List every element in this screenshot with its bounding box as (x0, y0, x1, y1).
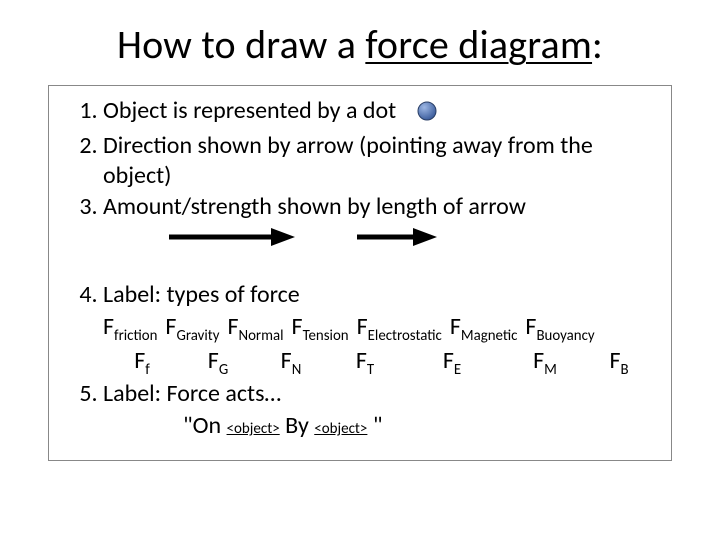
force-label: FTension (292, 312, 349, 344)
object-placeholder: <object> (227, 420, 280, 438)
page-title: How to draw a force diagram: (48, 20, 672, 69)
dot-icon (416, 100, 438, 129)
force-label: FNormal (227, 312, 283, 344)
list-item: Direction shown by arrow (pointing away … (103, 131, 657, 190)
force-names-row: Ffriction FGravity FNormal FTension FEle… (103, 312, 657, 344)
title-post: : (592, 20, 603, 69)
title-underline: force diagram (365, 20, 592, 69)
list-item: Label: Force acts… "On <object> By <obje… (103, 379, 657, 440)
list-item: Object is represented by a dot (103, 96, 657, 129)
force-symbol: FN (255, 346, 327, 378)
content-box: Object is represented by a dot Dir (48, 85, 672, 461)
arrow-illustration (167, 225, 657, 256)
item-5-text: Label: Force acts… (103, 379, 281, 408)
force-label: FGravity (165, 312, 219, 344)
force-symbol: FT (327, 346, 403, 378)
title-pre: How to draw a (117, 20, 365, 69)
item-3-text: Amount/strength shown by length of arrow (103, 192, 526, 221)
quote-close: " (367, 411, 382, 440)
force-symbols-row: Ff FG FN FT FE FM FB (103, 346, 657, 378)
item-4-text: Label: types of force (103, 280, 300, 309)
force-symbol: FG (181, 346, 255, 378)
quote-mid: By (280, 411, 315, 440)
item-1-text: Object is represented by a dot (103, 96, 396, 125)
list-item: Label: types of force Ffriction FGravity… (103, 280, 657, 377)
force-label: FElectrostatic (357, 312, 442, 344)
quote-open: "On (183, 411, 227, 440)
quote-template: "On <object> By <object> " (183, 411, 657, 440)
force-symbol: FE (403, 346, 501, 378)
force-label: FBuoyancy (525, 312, 594, 344)
steps-list: Object is represented by a dot Dir (63, 96, 657, 440)
slide: How to draw a force diagram: Object is r… (0, 0, 720, 461)
force-symbol: FM (501, 346, 589, 378)
list-item: Amount/strength shown by length of arrow (103, 192, 657, 257)
force-symbol: FB (589, 346, 649, 378)
force-label: Ffriction (103, 312, 157, 344)
force-label: FMagnetic (450, 312, 518, 344)
object-placeholder: <object> (314, 420, 367, 438)
force-symbol: Ff (103, 346, 181, 378)
item-2-text: Direction shown by arrow (pointing away … (103, 131, 593, 189)
